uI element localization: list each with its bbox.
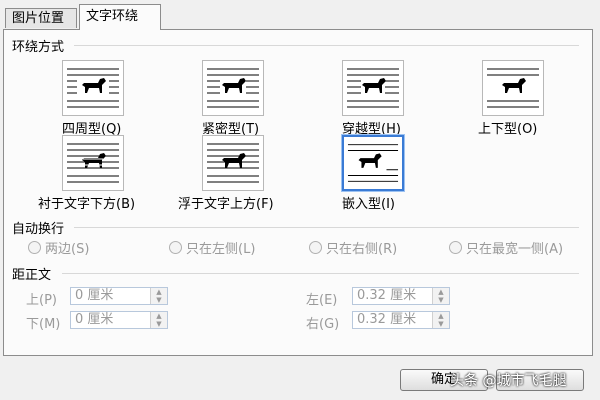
up-arrow-icon[interactable]: ▲ — [433, 312, 449, 320]
radio-circle-icon — [449, 241, 462, 254]
spinner-arrows[interactable]: ▲ ▼ — [432, 312, 449, 328]
distance-top-spinner[interactable]: 0 厘米 ▲ ▼ — [70, 287, 168, 305]
down-arrow-icon[interactable]: ▼ — [433, 296, 449, 304]
wrap-section-title: 环绕方式 — [12, 40, 65, 55]
distance-right-spinner[interactable]: 0.32 厘米 ▲ ▼ — [352, 311, 450, 329]
distance-right-label: 右(G) — [306, 317, 340, 332]
spinner-arrows[interactable]: ▲ ▼ — [150, 312, 167, 328]
radio-both-sides[interactable]: 两边(S) — [28, 238, 89, 257]
radio-circle-icon — [309, 241, 322, 254]
wrap-option-label: 衬于文字下方(B) — [38, 197, 136, 212]
auto-wrap-title: 自动换行 — [12, 222, 65, 237]
distance-top-label: 上(P) — [26, 293, 57, 308]
wrap-in-front-icon — [202, 135, 264, 191]
wrap-behind-text-icon — [62, 135, 124, 191]
radio-label: 只在右侧(R) — [326, 242, 398, 257]
divider — [74, 227, 579, 228]
wrap-option-label: 浮于文字上方(F) — [178, 197, 274, 212]
radio-label: 两边(S) — [45, 242, 90, 257]
up-arrow-icon[interactable]: ▲ — [151, 312, 167, 320]
wrap-through-icon — [342, 60, 404, 116]
tab-text-wrapping[interactable]: 文字环绕 — [79, 4, 161, 30]
radio-circle-icon — [169, 241, 182, 254]
divider — [74, 45, 579, 46]
wrap-option-label: 嵌入型(I) — [342, 197, 395, 212]
down-arrow-icon[interactable]: ▼ — [151, 296, 167, 304]
wrap-option-label: 上下型(O) — [478, 122, 538, 137]
distance-title: 距正文 — [12, 268, 52, 283]
spinner-value: 0 厘米 — [75, 288, 114, 303]
distance-bottom-spinner[interactable]: 0 厘米 ▲ ▼ — [70, 311, 168, 329]
wrap-top-bottom-icon — [482, 60, 544, 116]
spinner-value: 0.32 厘米 — [357, 288, 417, 303]
spinner-arrows[interactable]: ▲ ▼ — [432, 288, 449, 304]
radio-right-only[interactable]: 只在右侧(R) — [309, 238, 397, 257]
radio-label: 只在最宽一侧(A) — [466, 242, 564, 257]
down-arrow-icon[interactable]: ▼ — [151, 320, 167, 328]
down-arrow-icon[interactable]: ▼ — [433, 320, 449, 328]
wrap-inline-icon — [342, 135, 404, 191]
spinner-value: 0.32 厘米 — [357, 312, 417, 327]
radio-largest-side[interactable]: 只在最宽一侧(A) — [449, 238, 563, 257]
divider — [62, 273, 579, 274]
wrap-square-icon — [62, 60, 124, 116]
radio-left-only[interactable]: 只在左侧(L) — [169, 238, 255, 257]
distance-left-label: 左(E) — [306, 293, 338, 308]
spinner-arrows[interactable]: ▲ ▼ — [150, 288, 167, 304]
up-arrow-icon[interactable]: ▲ — [433, 288, 449, 296]
radio-label: 只在左侧(L) — [186, 242, 256, 257]
wrap-tight-icon — [202, 60, 264, 116]
distance-left-spinner[interactable]: 0.32 厘米 ▲ ▼ — [352, 287, 450, 305]
watermark-text: 头条 @城市飞毛腿 — [450, 373, 567, 389]
tab-picture-position[interactable]: 图片位置 — [5, 8, 77, 28]
distance-bottom-label: 下(M) — [26, 317, 61, 332]
spinner-value: 0 厘米 — [75, 312, 114, 327]
tab-strip: 图片位置 文字环绕 — [0, 0, 600, 30]
up-arrow-icon[interactable]: ▲ — [151, 288, 167, 296]
radio-circle-icon — [28, 241, 41, 254]
tab-panel: 环绕方式 四周型(Q) 紧密型(T) 穿越型(H) 上下型(O) 衬于文字下方(… — [3, 29, 593, 356]
